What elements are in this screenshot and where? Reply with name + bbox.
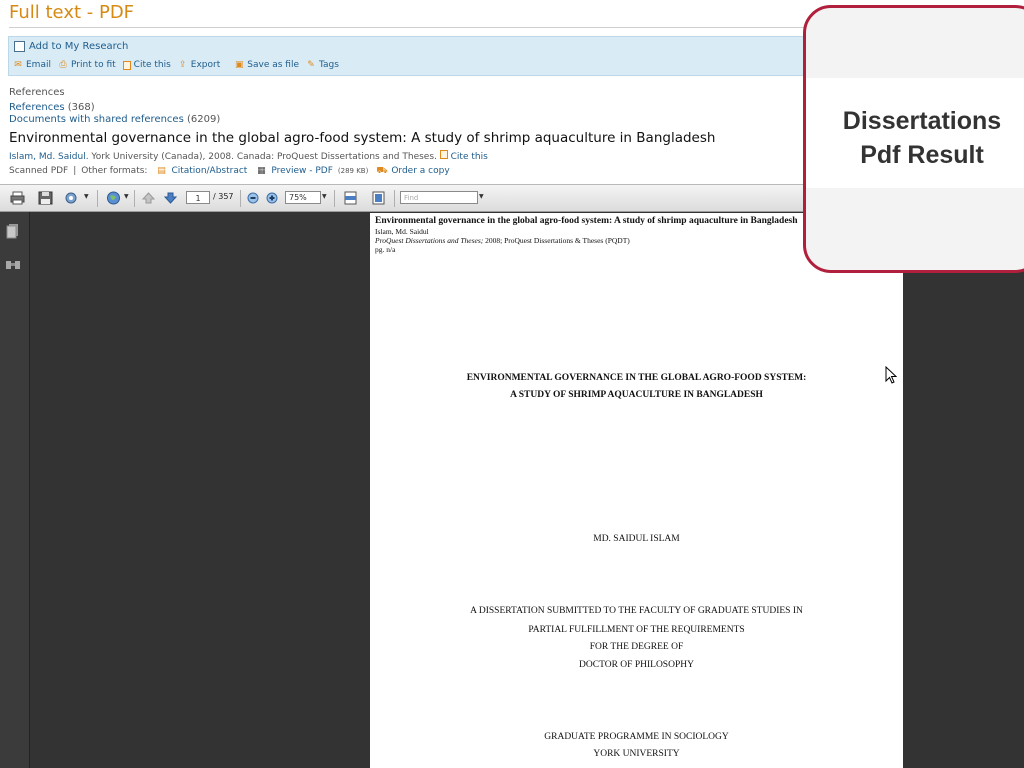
dissertation-statement-line2: PARTIAL FULFILLMENT OF THE REQUIREMENTS: [528, 625, 745, 635]
pdf-header-title: Environmental governance in the global a…: [375, 216, 798, 226]
cite-label[interactable]: Cite this: [134, 60, 171, 70]
document-source: York University (Canada), 2008. Canada: …: [88, 152, 437, 162]
globe-icon[interactable]: [106, 191, 121, 205]
action-toolbar: ✉ Email ⎙ Print to fit Cite this ⇪ Expor…: [13, 60, 346, 70]
dissertation-title-line2: A STUDY OF SHRIMP AQUACULTURE IN BANGLAD…: [510, 390, 763, 400]
pdf-header-source-rest: 2008; ProQuest Dissertations & Theses (P…: [483, 236, 630, 245]
preview-pdf-link[interactable]: Preview - PDF: [271, 166, 333, 176]
print-icon[interactable]: [10, 191, 25, 205]
pdf-header-source: ProQuest Dissertations and Theses; 2008;…: [375, 236, 630, 245]
pdf-header-author: Islam, Md. Saidul: [375, 227, 429, 236]
fit-width-icon[interactable]: [343, 191, 358, 205]
globe-dropdown-icon[interactable]: ▼: [124, 193, 129, 200]
preview-size: (289 KB): [337, 167, 369, 175]
pdf-header-source-italic: ProQuest Dissertations and Theses;: [375, 236, 484, 245]
page-number-input[interactable]: 1: [186, 191, 210, 204]
pdf-icon[interactable]: ▦: [256, 166, 266, 176]
formats-row: Scanned PDF | Other formats: ▤ Citation/…: [9, 166, 450, 176]
export-icon: ⇪: [179, 60, 187, 70]
zoom-out-icon[interactable]: [246, 191, 261, 205]
email-button[interactable]: ✉ Email: [13, 60, 51, 70]
binoculars-icon[interactable]: [5, 257, 21, 271]
previous-page-icon[interactable]: [141, 191, 156, 205]
find-dropdown-icon[interactable]: ▼: [479, 193, 484, 200]
dissertations-callout: Dissertations Pdf Result: [803, 5, 1024, 273]
references-row: References (368): [9, 102, 95, 113]
dissertation-author: MD. SAIDUL ISLAM: [593, 534, 680, 544]
references-count: (368): [67, 102, 95, 113]
email-label[interactable]: Email: [26, 60, 51, 70]
fit-page-icon[interactable]: [371, 191, 386, 205]
callout-line2: Pdf Result: [860, 141, 984, 169]
programme-line1: GRADUATE PROGRAMME IN SOCIOLOGY: [544, 732, 729, 742]
scanned-pdf-label: Scanned PDF: [9, 166, 69, 176]
tags-button[interactable]: ✎ Tags: [306, 60, 339, 70]
printer-icon: ⎙: [59, 60, 67, 70]
zoom-dropdown-icon[interactable]: ▼: [322, 193, 327, 200]
toolbar-separator: [97, 190, 98, 207]
print-button[interactable]: ⎙ Print to fit: [58, 60, 116, 70]
save-file-button[interactable]: ▣ Save as file: [234, 60, 299, 70]
tags-label[interactable]: Tags: [319, 60, 339, 70]
shared-references-link[interactable]: Documents with shared references: [9, 114, 184, 125]
document-icon: [122, 60, 131, 70]
page-title: Full text - PDF: [9, 2, 135, 23]
order-copy-link[interactable]: Order a copy: [391, 166, 449, 176]
citation-abstract-link[interactable]: Citation/Abstract: [171, 166, 247, 176]
dissertation-statement-line1: A DISSERTATION SUBMITTED TO THE FACULTY …: [470, 606, 803, 616]
dissertation-statement-line4: DOCTOR OF PHILOSOPHY: [579, 660, 694, 670]
document-title: Environmental governance in the global a…: [9, 130, 716, 146]
pages-panel-icon[interactable]: [6, 223, 20, 239]
save-disk-icon[interactable]: [38, 191, 53, 205]
settings-dropdown-icon[interactable]: ▼: [84, 193, 89, 200]
toolbar-separator: [134, 190, 135, 207]
pdf-sidebar: [0, 212, 30, 768]
pdf-header-page: pg. n/a: [375, 245, 396, 254]
add-to-research-checkbox[interactable]: Add to My Research: [14, 41, 128, 52]
toolbar-separator: [240, 190, 241, 207]
shared-references-count: (6209): [186, 114, 221, 125]
zoom-level-select[interactable]: 75%: [285, 191, 321, 204]
save-label[interactable]: Save as file: [247, 60, 299, 70]
callout-line1: Dissertations: [842, 107, 1002, 135]
pdf-page: Environmental governance in the global a…: [370, 213, 903, 768]
dissertation-title-line1: ENVIRONMENTAL GOVERNANCE IN THE GLOBAL A…: [466, 373, 807, 383]
formats-separator: |: [73, 166, 77, 176]
page-total: / 357: [213, 192, 234, 201]
export-label[interactable]: Export: [191, 60, 220, 70]
references-link[interactable]: References: [9, 102, 65, 113]
save-icon: ▣: [235, 60, 244, 70]
programme-line2: YORK UNIVERSITY: [593, 749, 680, 759]
settings-icon[interactable]: [64, 191, 79, 205]
shared-references-row: Documents with shared references (6209): [9, 114, 220, 125]
find-input[interactable]: Find: [400, 191, 478, 204]
print-label[interactable]: Print to fit: [71, 60, 116, 70]
cite-icon[interactable]: [439, 150, 448, 159]
toolbar-separator: [334, 190, 335, 207]
other-formats-label: Other formats:: [81, 166, 148, 176]
citation-icon[interactable]: ▤: [156, 166, 166, 176]
envelope-icon: ✉: [14, 60, 22, 70]
cite-this-link[interactable]: Cite this: [451, 152, 488, 162]
callout-text: Dissertations Pdf Result: [806, 104, 1024, 172]
export-button[interactable]: ⇪ Export: [178, 60, 220, 70]
checkbox-icon[interactable]: [14, 41, 25, 52]
references-heading: References: [9, 87, 65, 98]
toolbar-separator: [394, 190, 395, 207]
tag-icon: ✎: [307, 60, 315, 70]
cart-icon[interactable]: ⛟: [376, 166, 387, 176]
document-citation: Islam, Md. Saidul. York University (Cana…: [9, 150, 488, 162]
author-link[interactable]: Islam, Md. Saidul.: [9, 152, 89, 162]
add-to-research-label[interactable]: Add to My Research: [29, 41, 128, 52]
zoom-in-icon[interactable]: [265, 191, 280, 205]
dissertation-statement-line3: FOR THE DEGREE OF: [589, 642, 684, 652]
mouse-cursor-icon: [885, 366, 897, 384]
next-page-icon[interactable]: [163, 191, 178, 205]
cite-button[interactable]: Cite this: [122, 60, 171, 70]
